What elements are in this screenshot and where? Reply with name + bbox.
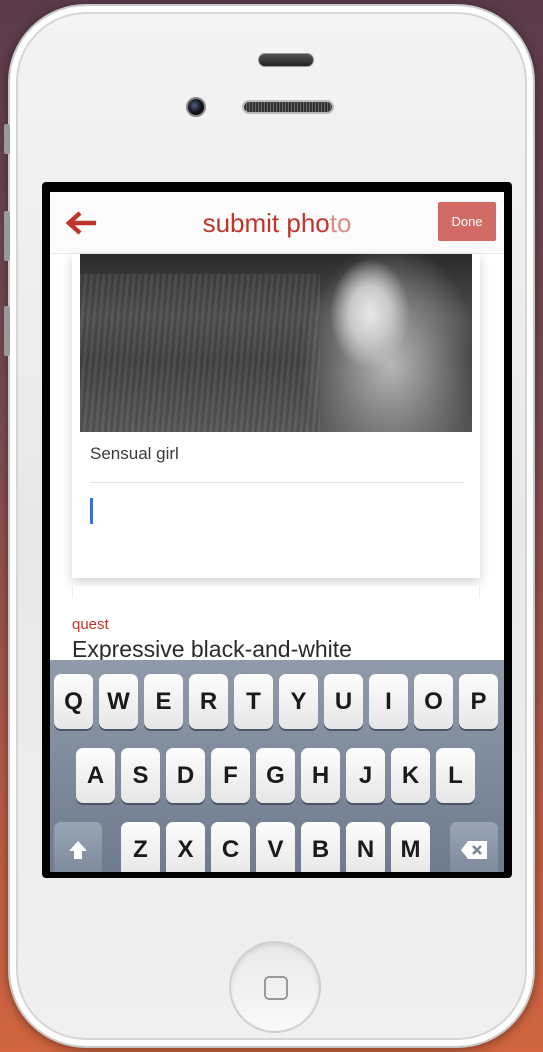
key-j[interactable]: J <box>346 748 385 803</box>
key-w[interactable]: W <box>99 674 138 729</box>
key-y[interactable]: Y <box>279 674 318 729</box>
home-button-icon <box>264 976 288 1000</box>
card-divider <box>90 482 464 483</box>
key-d[interactable]: D <box>166 748 205 803</box>
text-cursor <box>90 498 93 524</box>
submitted-photo <box>80 254 472 432</box>
key-q[interactable]: Q <box>54 674 93 729</box>
app-screen: submit photo Done Sensual girl quest Exp… <box>50 192 504 872</box>
comment-input[interactable] <box>80 486 472 566</box>
front-camera-icon <box>186 97 206 117</box>
key-b[interactable]: B <box>301 822 340 872</box>
key-a[interactable]: A <box>76 748 115 803</box>
key-n[interactable]: N <box>346 822 385 872</box>
key-o[interactable]: O <box>414 674 453 729</box>
key-k[interactable]: K <box>391 748 430 803</box>
page-title: submit photo <box>50 208 504 239</box>
key-z[interactable]: Z <box>121 822 160 872</box>
next-card-edge <box>72 586 480 598</box>
key-e[interactable]: E <box>144 674 183 729</box>
onscreen-keyboard: Q W E R T Y U I O P A S D F G H J K L Z … <box>50 660 504 872</box>
key-l[interactable]: L <box>436 748 475 803</box>
key-t[interactable]: T <box>234 674 273 729</box>
key-h[interactable]: H <box>301 748 340 803</box>
volume-down-button <box>4 306 10 356</box>
key-r[interactable]: R <box>189 674 228 729</box>
done-button[interactable]: Done <box>438 202 496 241</box>
shift-icon <box>69 840 87 859</box>
top-speaker <box>258 53 314 67</box>
photo-caption: Sensual girl <box>90 444 179 463</box>
key-p[interactable]: P <box>459 674 498 729</box>
delete-icon <box>461 840 487 859</box>
key-g[interactable]: G <box>256 748 295 803</box>
home-button[interactable] <box>229 941 321 1033</box>
page-title-main: submit pho <box>202 208 330 238</box>
page-title-faded: to <box>329 208 352 238</box>
key-u[interactable]: U <box>324 674 363 729</box>
key-v[interactable]: V <box>256 822 295 872</box>
quest-label: quest <box>72 616 109 633</box>
key-c[interactable]: C <box>211 822 250 872</box>
key-i[interactable]: I <box>369 674 408 729</box>
volume-up-button <box>4 211 10 261</box>
key-m[interactable]: M <box>391 822 430 872</box>
shift-key[interactable] <box>54 822 102 872</box>
key-f[interactable]: F <box>211 748 250 803</box>
photo-card: Sensual girl <box>72 254 480 578</box>
navigation-bar: submit photo Done <box>50 192 504 254</box>
mute-switch <box>4 124 10 154</box>
earpiece <box>242 100 334 114</box>
key-s[interactable]: S <box>121 748 160 803</box>
key-x[interactable]: X <box>166 822 205 872</box>
delete-key[interactable] <box>450 822 498 872</box>
quest-title: Expressive black-and-white <box>72 636 352 662</box>
